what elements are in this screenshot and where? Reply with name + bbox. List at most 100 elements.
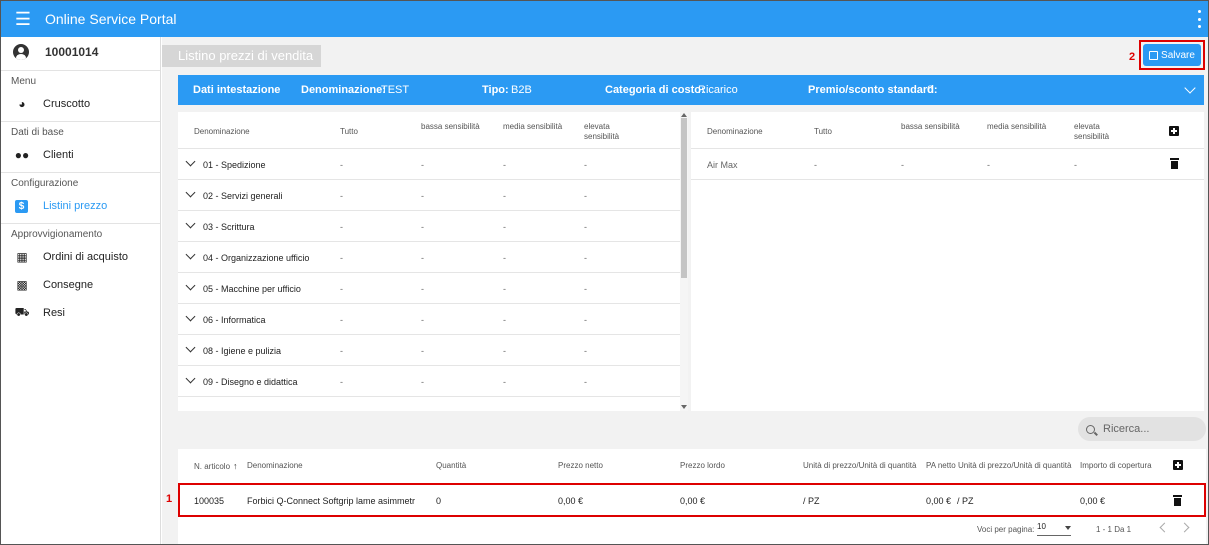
sidebar-item-label: Ordini di acquisto <box>43 251 128 263</box>
column-header: Importo di copertura <box>1080 461 1152 470</box>
search-input[interactable] <box>1103 423 1193 435</box>
cell-value: - <box>584 284 587 294</box>
cell-value: - <box>584 377 587 387</box>
cell-value: - <box>340 191 343 201</box>
column-header: bassa sensibilità <box>901 122 960 131</box>
header-data-bar[interactable]: Dati intestazione Denominazione: TEST Ti… <box>178 75 1204 105</box>
cell-value: - <box>340 284 343 294</box>
column-header-sortable[interactable]: N. articolo ↑ <box>194 461 238 471</box>
save-button-label: Salvare <box>1161 49 1195 61</box>
table-row[interactable]: 04 - Organizzazione ufficio - - - - <box>178 241 680 272</box>
column-header: Tutto <box>814 127 832 136</box>
cell-value: - <box>340 377 343 387</box>
table-row[interactable]: Air Max - - - - <box>691 148 1204 179</box>
per-page-select[interactable]: 10 <box>1037 522 1071 536</box>
sidebar-item-label: Cruscotto <box>43 98 91 110</box>
cell-value: - <box>421 160 424 170</box>
cell-value: - <box>584 315 587 325</box>
expand-icon[interactable] <box>185 280 196 291</box>
column-header: Denominazione <box>194 127 250 136</box>
table-row[interactable]: 09 - Disegno e didattica - - - - <box>178 365 680 396</box>
cell-value: - <box>421 253 424 263</box>
expand-icon[interactable] <box>185 156 196 167</box>
cell-value: - <box>340 346 343 356</box>
table-row[interactable]: 02 - Servizi generali - - - - <box>178 179 680 210</box>
sidebar-item-listini-prezzo[interactable]: $ Listini prezzo <box>1 192 160 220</box>
scrollbar[interactable] <box>680 112 688 411</box>
table-row[interactable]: 06 - Informatica - - - - <box>178 303 680 334</box>
table-row[interactable]: 01 - Spedizione - - - - <box>178 148 680 179</box>
sidebar-item-ordini-di-acquisto[interactable]: ▦ Ordini di acquisto <box>1 243 160 271</box>
cell-value: - <box>503 160 506 170</box>
section-label-approvvigionamento: Approvvigionamento <box>11 229 103 240</box>
chevron-down-icon <box>1065 526 1071 530</box>
cell-value: - <box>503 253 506 263</box>
menu-icon[interactable]: ☰ <box>1 1 45 37</box>
expand-icon[interactable] <box>185 218 196 229</box>
users-icon: ●● <box>14 148 30 162</box>
more-vert-icon[interactable] <box>1196 10 1202 28</box>
expand-icon[interactable] <box>185 249 196 260</box>
chevron-left-icon[interactable] <box>1159 522 1170 533</box>
sidebar-item-resi[interactable]: ⛟ Resi <box>1 299 160 327</box>
cell-value: - <box>421 315 424 325</box>
cell-value: - <box>340 160 343 170</box>
cell-value: - <box>584 160 587 170</box>
chevron-right-icon[interactable] <box>1179 522 1190 533</box>
table-row[interactable]: 08 - Igiene e pulizia - - - - <box>178 334 680 365</box>
save-button[interactable]: Salvare <box>1143 44 1201 66</box>
column-header: elevata sensibilità <box>1074 122 1110 141</box>
expand-icon[interactable] <box>185 342 196 353</box>
brand-name: Air Max <box>707 160 738 170</box>
cell-value: - <box>340 315 343 325</box>
category-name: 04 - Organizzazione ufficio <box>203 253 310 263</box>
scroll-up-icon[interactable] <box>681 113 687 117</box>
top-app-bar: ☰ Online Service Portal <box>1 1 1208 37</box>
sidebar-item-clienti[interactable]: ●● Clienti <box>1 141 160 169</box>
cell-value: - <box>814 160 817 170</box>
cell-value: - <box>503 315 506 325</box>
denominazione-label: Denominazione: <box>301 84 386 96</box>
sidebar: 10001014 Menu ◕ Cruscotto Dati di base ●… <box>1 37 161 544</box>
add-icon[interactable] <box>1169 126 1179 136</box>
cell-value: - <box>584 346 587 356</box>
cell-value: - <box>421 284 424 294</box>
price-unit-2: / PZ <box>957 496 974 506</box>
scroll-thumb[interactable] <box>681 118 687 278</box>
price-unit: / PZ <box>803 496 820 506</box>
table-row[interactable]: 05 - Macchine per ufficio - - - - <box>178 272 680 303</box>
divider <box>1 172 160 173</box>
scroll-down-icon[interactable] <box>681 405 687 409</box>
search-field[interactable] <box>1078 417 1206 441</box>
divider <box>1 70 160 71</box>
gross-price: 0,00 € <box>680 496 706 506</box>
add-icon[interactable] <box>1173 460 1183 470</box>
column-header: Unità di prezzo/Unità di quantità <box>958 461 1072 470</box>
expand-icon[interactable] <box>185 373 196 384</box>
table-row[interactable]: 03 - Scrittura - - - - <box>178 210 680 241</box>
column-header: bassa sensibilità <box>421 122 480 131</box>
sidebar-item-cruscotto[interactable]: ◕ Cruscotto <box>1 90 160 118</box>
expand-icon[interactable] <box>185 311 196 322</box>
tipo-value: B2B <box>511 84 532 96</box>
section-label-dati-di-base: Dati di base <box>11 127 64 138</box>
column-header: PA netto <box>926 461 956 470</box>
article-name: Forbici Q-Connect Softgrip lame asimmetr <box>247 496 416 506</box>
sort-arrow-up-icon: ↑ <box>233 461 238 471</box>
chevron-down-icon[interactable] <box>1184 82 1196 94</box>
sidebar-item-consegne[interactable]: ▩ Consegne <box>1 271 160 299</box>
cell-value: - <box>584 222 587 232</box>
gauge-icon: ◕ <box>18 97 26 111</box>
pagination-range: 1 - 1 Da 1 <box>1096 525 1132 534</box>
column-header: Denominazione <box>247 461 303 470</box>
column-header-label: N. articolo <box>194 462 231 471</box>
cell-value: - <box>584 253 587 263</box>
expand-icon[interactable] <box>185 187 196 198</box>
table-row[interactable]: 100035 Forbici Q-Connect Softgrip lame a… <box>178 483 1206 517</box>
delete-icon[interactable] <box>1170 158 1179 169</box>
delete-icon[interactable] <box>1173 495 1182 506</box>
column-header: Unità di prezzo/Unità di quantità <box>803 461 917 470</box>
column-header: Prezzo lordo <box>680 461 725 470</box>
user-info[interactable]: 10001014 <box>1 37 160 67</box>
per-page-label: Voci per pagina: <box>977 525 1035 534</box>
